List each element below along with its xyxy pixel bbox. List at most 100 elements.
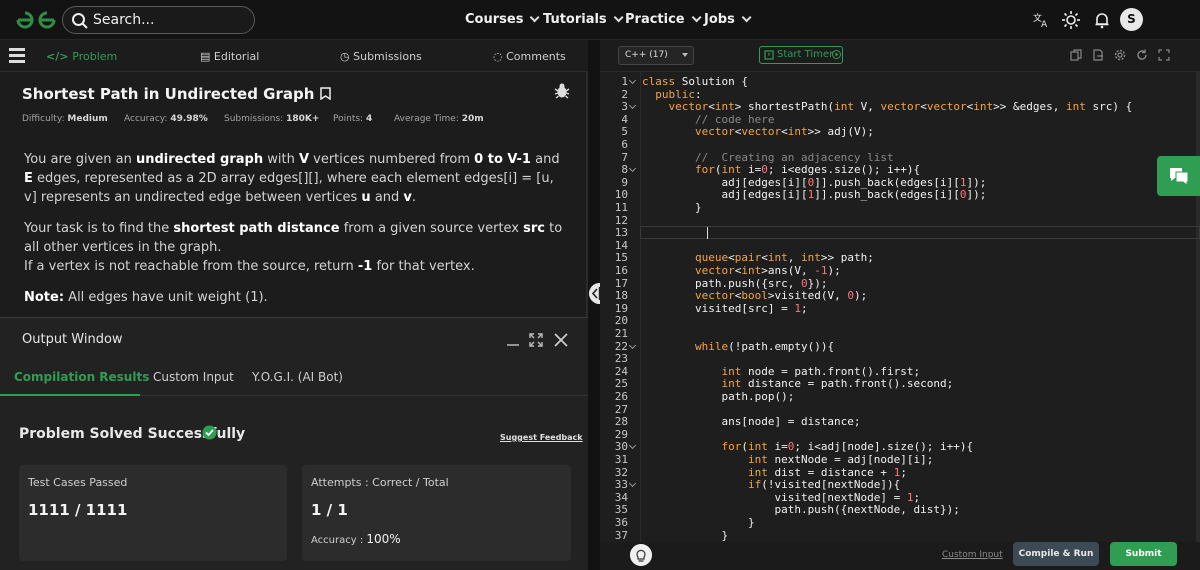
bug-report-icon[interactable] xyxy=(553,82,571,100)
editor-bottom-bar: Custom Input Compile & Run Submit xyxy=(600,542,1200,570)
minimize-icon[interactable] xyxy=(505,332,521,348)
meta-difficulty: Difficulty: Medium xyxy=(22,114,108,124)
tab-yogi-ai-bot[interactable]: Y.O.G.I. (AI Bot) xyxy=(252,370,343,384)
fold-chevron-icon[interactable] xyxy=(628,76,637,85)
custom-input-link[interactable]: Custom Input xyxy=(942,550,1003,560)
code-icon: </> xyxy=(46,50,73,63)
description-paragraph-1: You are given an undirected graph with V… xyxy=(24,152,560,205)
code-area[interactable]: class Solution { public: vector<int> sho… xyxy=(640,72,1200,542)
code-line: } xyxy=(642,528,729,542)
fold-chevron-icon[interactable] xyxy=(628,102,637,110)
line-number-gutter: 1 2 3 4 5 6 7 8 9 10 11 12 13 14 15 16 17 18 19 20 21 22 23 24 2… xyxy=(600,72,637,542)
gfg-logo[interactable] xyxy=(14,9,58,31)
line-number: 6 xyxy=(621,138,628,151)
nav-practice[interactable]: Practice xyxy=(625,12,702,27)
top-navbar: Search... Courses Tutorials Practice Job… xyxy=(0,0,1200,40)
test-cases-value: 1111 / 1111 xyxy=(28,501,128,519)
tab-editorial-label: Editorial xyxy=(213,50,260,63)
search-icon xyxy=(72,13,88,29)
nav-tutorials[interactable]: Tutorials xyxy=(543,12,624,27)
attempts-card: Attempts : Correct / Total 1 / 1 Accurac… xyxy=(302,465,571,561)
compile-run-button[interactable]: Compile & Run xyxy=(1013,542,1099,566)
sun-icon[interactable] xyxy=(1061,10,1081,30)
search-bar[interactable]: Search... xyxy=(62,6,255,34)
tab-comments-label: Comments xyxy=(506,50,566,63)
bookmark-icon[interactable] xyxy=(319,87,331,101)
attempts-value: 1 / 1 xyxy=(311,501,348,519)
line-number: 11 xyxy=(614,201,628,214)
menu-icon[interactable] xyxy=(9,48,25,63)
meta-difficulty-value: Medium xyxy=(67,114,108,124)
line-number: 16 xyxy=(614,264,628,277)
code-line: } xyxy=(642,516,755,529)
avatar[interactable]: S xyxy=(1120,8,1143,31)
active-line-highlight xyxy=(640,226,1200,240)
meta-avg-time: Average Time: 20m xyxy=(394,114,484,124)
export-file-icon[interactable] xyxy=(1092,49,1104,61)
code-line: } xyxy=(642,201,702,214)
line-number: 23 xyxy=(614,352,628,366)
test-cases-card: Test Cases Passed 1111 / 1111 xyxy=(19,465,287,561)
copy-icon[interactable] xyxy=(1070,49,1082,61)
tab-compilation-results[interactable]: Compilation Results xyxy=(14,370,149,384)
start-timer-button[interactable]: Start Timer xyxy=(759,46,843,64)
fold-chevron-icon[interactable] xyxy=(628,480,637,488)
line-number: 36 xyxy=(614,516,628,529)
nav-practice-label: Practice xyxy=(625,12,685,27)
language-select[interactable]: C++ (17) xyxy=(618,46,694,65)
nav-courses-label: Courses xyxy=(465,12,524,27)
start-timer-label: Start Timer xyxy=(777,49,834,60)
meta-difficulty-label: Difficulty: xyxy=(22,114,65,124)
tab-problem-label: Problem xyxy=(72,50,118,63)
editor-scrollbar[interactable] xyxy=(1196,72,1200,542)
line-number: 8 xyxy=(621,163,628,177)
suggest-feedback-link[interactable]: Suggest Feedback xyxy=(500,433,583,442)
search-placeholder: Search... xyxy=(93,12,155,28)
translate-icon[interactable]: 文 A xyxy=(1031,10,1051,30)
tab-editorial[interactable]: ▤ Editorial xyxy=(200,50,259,63)
nav-jobs[interactable]: Jobs xyxy=(704,12,752,27)
problem-title: Shortest Path in Undirected Graph xyxy=(22,85,331,103)
lightbulb-icon[interactable] xyxy=(630,544,652,566)
meta-submissions-value: 180K+ xyxy=(286,114,320,124)
code-line: if(!visited[nextNode]){ xyxy=(747,478,901,492)
line-number: 13 xyxy=(614,226,628,240)
chat-button[interactable] xyxy=(1157,156,1200,196)
svg-text:A: A xyxy=(1041,20,1048,30)
tab-submissions[interactable]: ◷ Submissions xyxy=(340,50,422,63)
line-number: 28 xyxy=(614,415,628,429)
tab-comments[interactable]: ◌ Comments xyxy=(493,50,566,63)
code-line: for(int i=0; i<edges.size(); i++){ xyxy=(694,163,921,177)
tab-custom-input[interactable]: Custom Input xyxy=(153,370,234,384)
pane-splitter[interactable] xyxy=(588,40,600,570)
meta-avg-time-value: 20m xyxy=(461,114,484,124)
nav-jobs-label: Jobs xyxy=(704,12,735,27)
reset-icon[interactable] xyxy=(1136,49,1148,61)
fold-chevron-icon[interactable] xyxy=(628,165,637,173)
line-number: 33 xyxy=(614,478,628,492)
submit-button[interactable]: Submit xyxy=(1110,542,1177,566)
fold-chevron-icon[interactable] xyxy=(628,442,637,450)
bell-icon[interactable] xyxy=(1092,10,1112,30)
tab-problem[interactable]: </> Problem xyxy=(46,50,117,63)
close-icon[interactable] xyxy=(553,332,569,348)
dropdown-arrow-icon xyxy=(682,53,688,57)
meta-points-label: Points: xyxy=(333,114,364,124)
expand-icon[interactable] xyxy=(528,332,544,348)
output-tabs: Compilation Results Custom Input Y.O.G.I… xyxy=(0,358,593,396)
chevron-down-icon xyxy=(613,12,624,23)
nav-tutorials-label: Tutorials xyxy=(543,12,607,27)
problem-description: You are given an undirected graph with V… xyxy=(24,150,569,319)
code-line: visited[src] = 1; xyxy=(642,301,808,315)
chat-icon xyxy=(1170,168,1189,186)
code-line: path.pop(); xyxy=(642,390,795,403)
nav-courses[interactable]: Courses xyxy=(465,12,541,27)
meta-points: Points: 4 xyxy=(333,114,372,124)
fold-chevron-icon[interactable] xyxy=(628,341,637,349)
description-paragraph-2: Your task is to find the shortest path d… xyxy=(24,221,563,274)
meta-submissions: Submissions: 180K+ xyxy=(224,114,319,124)
code-line: vector<vector<int>> adj(V); xyxy=(694,125,874,139)
line-number: 31 xyxy=(614,453,628,466)
fullscreen-icon[interactable] xyxy=(1158,49,1170,61)
settings-icon[interactable] xyxy=(1114,49,1126,61)
